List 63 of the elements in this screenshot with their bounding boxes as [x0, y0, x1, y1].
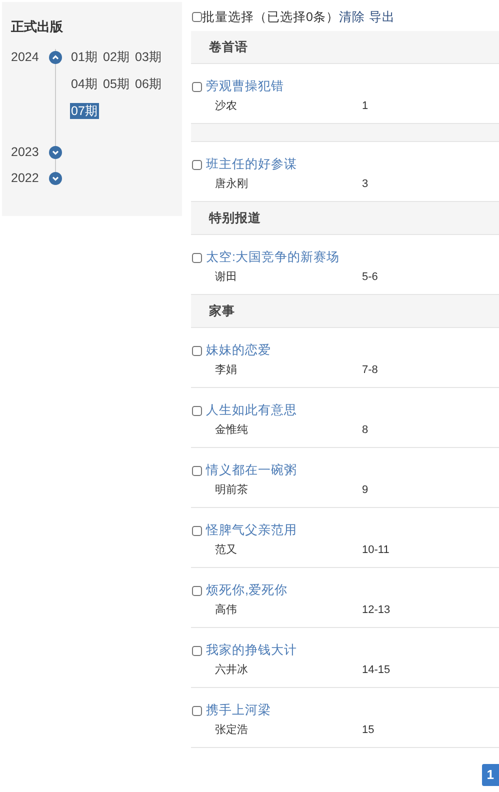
author-name: 金惟纯 — [215, 423, 249, 437]
issue-link[interactable]: 06期 — [134, 76, 163, 92]
author-name: 高伟 — [215, 603, 238, 617]
article-title-link[interactable]: 妹妹的恋爱 — [206, 342, 271, 359]
author-name: 李娟 — [215, 363, 238, 377]
issue-link[interactable]: 04期 — [70, 76, 99, 92]
page-number: 9 — [362, 483, 368, 497]
page-number: 12-13 — [362, 603, 390, 617]
page-number: 15 — [362, 723, 374, 737]
article-title-link[interactable]: 班主任的好参谋 — [206, 156, 297, 173]
author-name: 沙农 — [215, 99, 238, 113]
toggle-icon[interactable] — [49, 50, 62, 64]
action-link[interactable]: 清除 — [338, 9, 365, 25]
section-header: 卷首语 — [191, 31, 499, 64]
year-label[interactable]: 2022 — [11, 170, 49, 186]
checkbox[interactable] — [192, 160, 202, 170]
checkbox[interactable] — [192, 706, 202, 716]
article-title-link[interactable]: 太空:大国竞争的新赛场 — [206, 249, 340, 266]
page-number: 3 — [362, 177, 368, 191]
page-number: 7-8 — [362, 363, 378, 377]
section-header: 家事 — [191, 295, 499, 328]
issue-link[interactable]: 02期 — [102, 48, 131, 64]
section-header: 特别报道 — [191, 202, 499, 235]
year-label[interactable]: 2024 — [11, 48, 49, 64]
issue-link[interactable]: 03期 — [134, 48, 163, 64]
article-title-link[interactable]: 人生如此有意思 — [206, 402, 297, 419]
issue-link[interactable]: 07期 — [70, 102, 99, 118]
article-title-link[interactable]: 携手上河梁 — [206, 702, 271, 719]
article-title-link[interactable]: 怪脾气父亲范用 — [206, 522, 297, 539]
checkbox[interactable] — [192, 12, 202, 22]
issue-link[interactable]: 01期 — [70, 48, 99, 64]
selected-count: （已选择0条） — [254, 9, 339, 25]
author-name: 唐永刚 — [215, 177, 249, 191]
page-number: 8 — [362, 423, 368, 437]
checkbox[interactable] — [192, 406, 202, 416]
action-link[interactable]: 导出 — [368, 9, 395, 25]
author-name: 张定浩 — [215, 723, 249, 737]
article-title-link[interactable]: 情义都在一碗粥 — [206, 462, 297, 479]
issue-link[interactable]: 05期 — [102, 76, 131, 92]
toggle-icon[interactable] — [49, 146, 62, 158]
batch-select-label: 批量选择 — [202, 9, 254, 25]
checkbox[interactable] — [192, 586, 202, 596]
article-title-link[interactable]: 烦死你,爱死你 — [206, 582, 288, 599]
toggle-icon[interactable] — [49, 172, 62, 184]
article-title-link[interactable]: 旁观曹操犯错 — [206, 78, 284, 95]
page-number: 5-6 — [362, 270, 378, 284]
checkbox[interactable] — [192, 526, 202, 536]
page-button[interactable]: 1 — [482, 764, 499, 786]
sidebar-title: 正式出版 — [11, 18, 64, 36]
author-name: 谢田 — [215, 270, 238, 284]
year-label[interactable]: 2023 — [11, 144, 49, 160]
checkbox[interactable] — [192, 252, 202, 262]
checkbox[interactable] — [192, 646, 202, 656]
author-name: 范又 — [215, 543, 238, 557]
author-name: 六井冰 — [215, 663, 249, 677]
checkbox[interactable] — [192, 82, 202, 92]
page-number: 14-15 — [362, 663, 390, 677]
page-number: 1 — [362, 99, 368, 113]
checkbox[interactable] — [192, 466, 202, 476]
article-title-link[interactable]: 我家的挣钱大计 — [206, 642, 297, 659]
author-name: 明前茶 — [215, 483, 249, 497]
checkbox[interactable] — [192, 346, 202, 356]
page-number: 10-11 — [362, 543, 390, 557]
